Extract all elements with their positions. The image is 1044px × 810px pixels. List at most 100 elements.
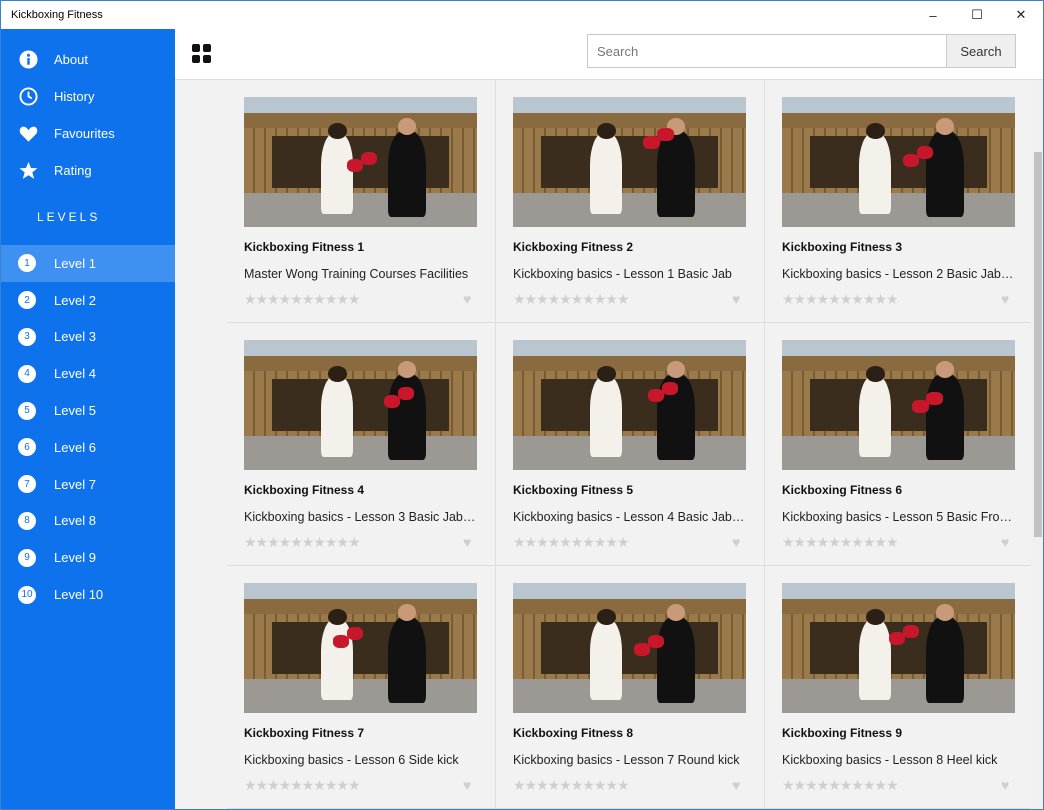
video-subtitle: Kickboxing basics - Lesson 6 Side kick [244, 753, 459, 767]
video-title: Kickboxing Fitness 3 [782, 240, 903, 254]
level-number-badge: 8 [18, 511, 36, 530]
level-item-5[interactable]: 5 Level 5 [1, 392, 175, 429]
rating-stars[interactable]: ★★★★★★★★★★ [782, 534, 899, 551]
video-title: Kickboxing Fitness 7 [244, 726, 365, 740]
level-item-1[interactable]: 1 Level 1 [1, 245, 175, 282]
level-item-3[interactable]: 3 Level 3 [1, 319, 175, 356]
video-subtitle: Kickboxing basics - Lesson 2 Basic Jab C… [782, 267, 1016, 281]
rating-stars[interactable]: ★★★★★★★★★★ [244, 777, 361, 794]
rating-stars[interactable]: ★★★★★★★★★★ [244, 534, 361, 551]
close-button[interactable]: ✕ [999, 1, 1043, 29]
favourite-heart-icon[interactable]: ♥ [1001, 534, 1009, 550]
video-title: Kickboxing Fitness 4 [244, 483, 365, 497]
rating-stars[interactable]: ★★★★★★★★★★ [782, 777, 899, 794]
level-item-6[interactable]: 6 Level 6 [1, 429, 175, 466]
video-card[interactable]: Kickboxing Fitness 3 Kickboxing basics - … [765, 80, 1031, 323]
sidebar-item-history[interactable]: History [1, 78, 175, 115]
level-label: Level 7 [54, 476, 96, 492]
level-item-4[interactable]: 4 Level 4 [1, 355, 175, 392]
sidebar-item-rating[interactable]: Rating [1, 152, 175, 189]
level-label: Level 3 [54, 329, 96, 345]
info-icon [18, 50, 38, 70]
levels-list: 1 Level 1 2 Level 2 3 Level 3 4 Level 4 5 Lev… [1, 245, 175, 613]
video-card[interactable]: Kickboxing Fitness 7 Kickboxing basics - … [227, 566, 496, 809]
favourite-heart-icon[interactable]: ♥ [1001, 777, 1009, 793]
video-card[interactable]: Kickboxing Fitness 8 Kickboxing basics - … [496, 566, 765, 809]
video-card[interactable]: Kickboxing Fitness 2 Kickboxing basics - … [496, 80, 765, 323]
video-title: Kickboxing Fitness 8 [513, 726, 634, 740]
favourite-heart-icon[interactable]: ♥ [1001, 291, 1009, 307]
video-title: Kickboxing Fitness 9 [782, 726, 903, 740]
rating-stars[interactable]: ★★★★★★★★★★ [244, 291, 361, 308]
sidebar-item-label: History [54, 89, 95, 104]
video-subtitle: Kickboxing basics - Lesson 3 Basic Jab C… [244, 510, 478, 524]
level-number-badge: 4 [18, 364, 36, 383]
minimize-button[interactable]: – [911, 1, 955, 29]
favourite-heart-icon[interactable]: ♥ [732, 534, 740, 550]
level-number-badge: 5 [18, 401, 36, 420]
sidebar-item-about[interactable]: About [1, 41, 175, 78]
favourite-heart-icon[interactable]: ♥ [732, 291, 740, 307]
clock-icon [18, 87, 38, 107]
level-item-9[interactable]: 9 Level 9 [1, 539, 175, 576]
video-thumbnail[interactable] [513, 583, 746, 713]
video-card[interactable]: Kickboxing Fitness 6 Kickboxing basics - … [765, 323, 1031, 566]
video-thumbnail[interactable] [513, 340, 746, 470]
level-label: Level 6 [54, 439, 96, 455]
level-number-badge: 3 [18, 327, 36, 346]
favourite-heart-icon[interactable]: ♥ [463, 534, 471, 550]
video-card[interactable]: Kickboxing Fitness 5 Kickboxing basics - … [496, 323, 765, 566]
level-label: Level 1 [54, 255, 96, 271]
sidebar-item-label: Rating [54, 163, 92, 178]
search-button[interactable]: Search [946, 34, 1016, 68]
video-card[interactable]: Kickboxing Fitness 4 Kickboxing basics - … [227, 323, 496, 566]
video-title: Kickboxing Fitness 6 [782, 483, 903, 497]
video-thumbnail[interactable] [782, 583, 1015, 713]
video-subtitle: Master Wong Training Courses Facilities [244, 267, 469, 281]
level-label: Level 8 [54, 513, 96, 529]
rating-stars[interactable]: ★★★★★★★★★★ [513, 534, 630, 551]
top-bar: Search [175, 29, 1043, 80]
video-card[interactable]: Kickboxing Fitness 9 Kickboxing basics - … [765, 566, 1031, 809]
video-subtitle: Kickboxing basics - Lesson 4 Basic Jab C… [513, 510, 747, 524]
video-thumbnail[interactable] [782, 97, 1015, 227]
video-title: Kickboxing Fitness 1 [244, 240, 365, 254]
level-number-badge: 6 [18, 438, 36, 457]
favourite-heart-icon[interactable]: ♥ [463, 291, 471, 307]
sidebar-item-favourites[interactable]: Favourites [1, 115, 175, 152]
video-thumbnail[interactable] [513, 97, 746, 227]
favourite-heart-icon[interactable]: ♥ [732, 777, 740, 793]
rating-stars[interactable]: ★★★★★★★★★★ [513, 777, 630, 794]
level-item-8[interactable]: 8 Level 8 [1, 503, 175, 540]
level-item-10[interactable]: 10 Level 10 [1, 576, 175, 613]
scrollbar-thumb[interactable] [1034, 152, 1042, 537]
video-thumbnail[interactable] [244, 340, 477, 470]
level-number-badge: 9 [18, 548, 36, 567]
video-thumbnail[interactable] [244, 97, 477, 227]
video-grid: Kickboxing Fitness 1 Master Wong Training… [227, 80, 1031, 809]
level-number-badge: 1 [18, 254, 36, 273]
level-label: Level 2 [54, 292, 96, 308]
rating-stars[interactable]: ★★★★★★★★★★ [782, 291, 899, 308]
sidebar-item-label: Favourites [54, 126, 115, 141]
level-label: Level 9 [54, 550, 96, 566]
heart-icon [18, 124, 38, 144]
maximize-button[interactable]: ☐ [955, 1, 999, 29]
video-title: Kickboxing Fitness 2 [513, 240, 634, 254]
video-title: Kickboxing Fitness 5 [513, 483, 634, 497]
video-card[interactable]: Kickboxing Fitness 1 Master Wong Training… [227, 80, 496, 323]
favourite-heart-icon[interactable]: ♥ [463, 777, 471, 793]
search-input[interactable] [587, 34, 947, 68]
level-item-7[interactable]: 7 Level 7 [1, 466, 175, 503]
video-grid-area: Kickboxing Fitness 1 Master Wong Training… [175, 80, 1031, 809]
video-subtitle: Kickboxing basics - Lesson 7 Round kick [513, 753, 740, 767]
window-title: Kickboxing Fitness [11, 9, 103, 21]
level-item-2[interactable]: 2 Level 2 [1, 282, 175, 319]
video-thumbnail[interactable] [244, 583, 477, 713]
rating-stars[interactable]: ★★★★★★★★★★ [513, 291, 630, 308]
vertical-scrollbar[interactable] [1031, 80, 1043, 809]
video-thumbnail[interactable] [782, 340, 1015, 470]
level-number-badge: 10 [18, 585, 36, 604]
level-label: Level 10 [54, 587, 104, 603]
grid-view-icon[interactable] [192, 44, 211, 63]
